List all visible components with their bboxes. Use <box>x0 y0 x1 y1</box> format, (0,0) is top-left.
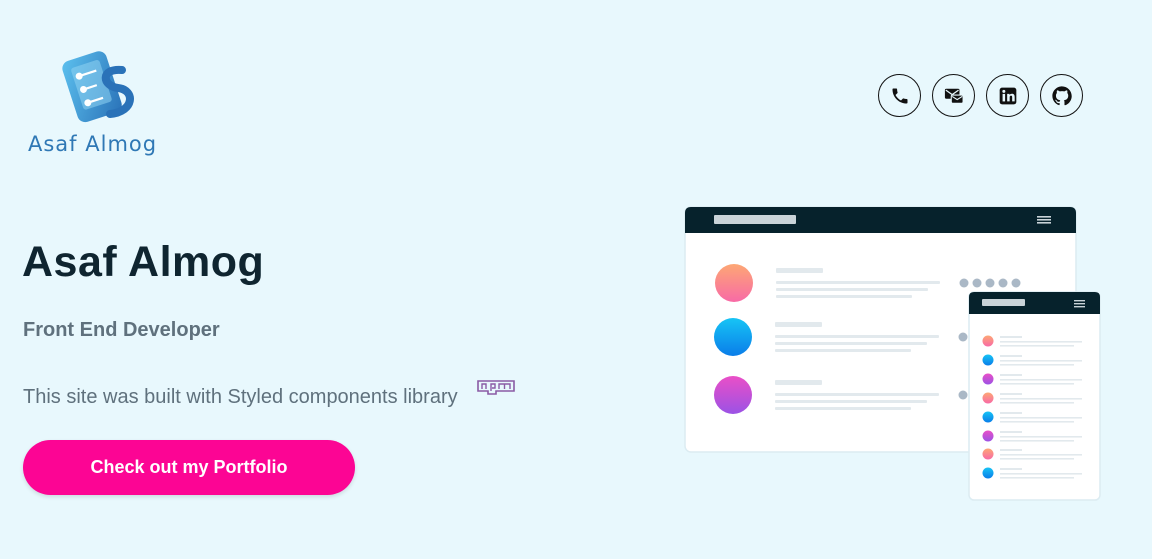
email-button[interactable] <box>932 74 975 117</box>
phone-button[interactable] <box>878 74 921 117</box>
site-description: This site was built with Styled componen… <box>23 386 458 408</box>
email-icon <box>944 88 964 104</box>
logo-text: Asaf Almog <box>28 132 158 156</box>
logo-mark-icon <box>62 51 134 123</box>
page-title: Asaf Almog <box>22 238 265 286</box>
github-icon <box>1051 85 1072 105</box>
page: Asaf Almog Asaf Almog Front End Develope… <box>0 0 1152 559</box>
social-links <box>878 74 1083 117</box>
portfolio-button[interactable]: Check out my Portfolio <box>23 440 355 495</box>
mobile-window-mockup <box>968 291 1101 501</box>
linkedin-icon <box>999 87 1016 104</box>
website-mockup-illustration <box>684 206 1101 501</box>
phone-icon <box>892 88 907 103</box>
site-logo[interactable]: Asaf Almog <box>28 40 188 165</box>
linkedin-button[interactable] <box>986 74 1029 117</box>
job-title: Front End Developer <box>23 319 220 341</box>
npm-icon[interactable] <box>477 380 515 395</box>
github-button[interactable] <box>1040 74 1083 117</box>
